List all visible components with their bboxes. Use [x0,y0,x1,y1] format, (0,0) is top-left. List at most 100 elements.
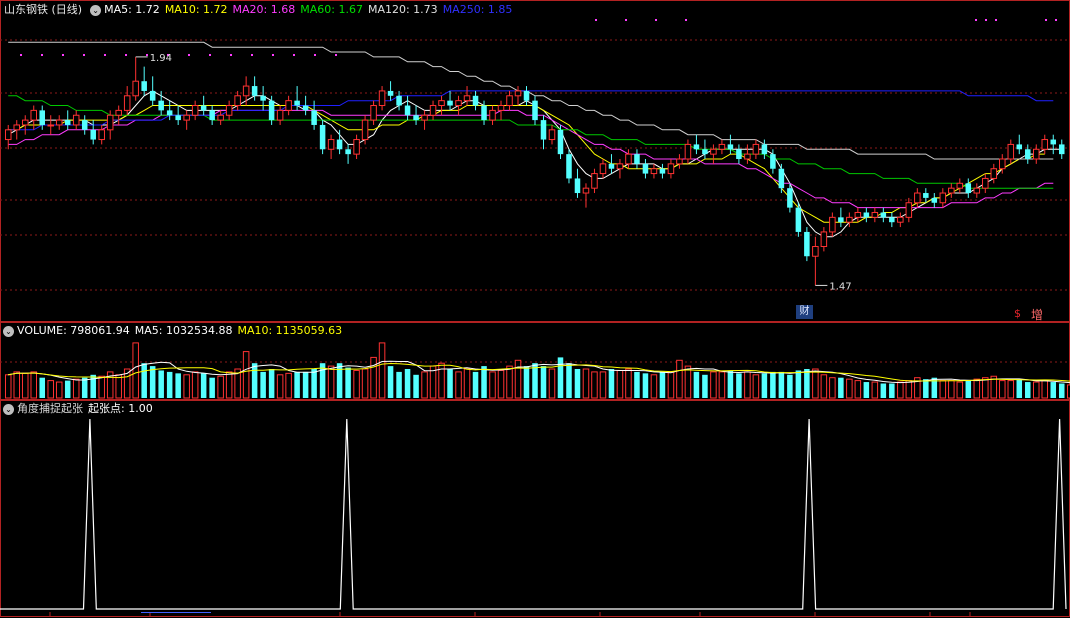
marker-dot [41,54,43,56]
volume-bar [21,372,29,399]
candle-body [514,90,522,97]
candle [693,134,700,155]
collapse-icon[interactable]: ⌄ [90,4,102,16]
candle [804,227,810,262]
candle-body [999,158,1006,170]
marker-dot [188,54,190,56]
candle-body [787,188,793,208]
candle [276,105,284,125]
volume-bar [115,374,122,399]
candle-body [599,163,607,175]
finance-tag[interactable]: 财 [796,305,813,319]
candle [990,163,998,184]
candle [532,95,538,125]
volume-bar [863,382,870,398]
volume-bar [956,381,964,399]
candle [905,197,913,223]
volume-bar [396,371,402,398]
candle [463,86,471,106]
candle [914,188,921,208]
marker-dot [335,54,337,56]
volume-bar [710,371,717,399]
candle-body [175,115,181,121]
candle [361,115,369,145]
volume-bar [752,374,760,399]
candle [421,110,428,130]
indicator-pane[interactable]: ⌄ 角度捕捉起张 起张点: 1.00 [0,400,1070,617]
candle-body [166,110,173,116]
candle [591,168,598,194]
candle [209,105,215,125]
candle-body [242,85,250,97]
candle-body [361,119,369,141]
candle-body [1050,139,1057,145]
candle [404,95,411,121]
marker-dot [995,19,997,21]
marker-dot [595,19,597,21]
volume-pane[interactable]: ⌄ VOLUME: 798061.94 MA5: 1032534.88 MA10: 1… [0,322,1070,400]
candle-body [897,216,904,223]
candle [956,178,964,194]
candle-body [149,90,156,101]
collapse-icon[interactable]: ⌄ [3,325,14,337]
candle [497,100,505,121]
volume-bar [889,383,895,398]
volume-bar [72,378,80,399]
candle-body [72,114,80,126]
candle [939,188,947,208]
candle-body [183,114,190,121]
candle [106,110,114,140]
candlestick-chart[interactable]: 1.94 1.47 [0,0,1070,322]
candle-body [939,192,947,204]
marker-dot [625,19,627,21]
volume-bar [302,371,309,398]
candle-body [591,173,598,189]
candle-body [378,90,386,107]
indicator-chart[interactable] [0,400,1070,617]
volume-bar [387,366,394,398]
candle-body [260,95,266,101]
volume-bar [897,381,904,399]
candle-body [438,100,445,107]
candle [123,86,131,116]
volume-bar [514,359,522,399]
candle-body [829,216,836,233]
candle-body [421,114,428,121]
volume-bar [642,373,649,398]
volume-bar [217,375,224,399]
candle-body [1058,144,1065,155]
candle-body [889,217,895,223]
volume-bar [557,357,564,398]
volume-bar [47,380,54,399]
candle [345,144,351,164]
candle-body [115,109,122,116]
increase-tag[interactable]: 增 [1031,306,1043,323]
volume-bar [548,368,556,399]
volume-bar [141,363,147,398]
volume-bar [540,366,547,398]
volume-bar [591,371,598,399]
candle-body [489,109,496,121]
candle-body [285,100,292,111]
collapse-icon[interactable]: ⌄ [3,403,14,415]
pane-border [0,0,1070,322]
candle-body [548,129,556,141]
price-pane[interactable]: 山东钢铁 (日线) ⌄ MA5: 1.72 MA10: 1.72 MA20: 1.68 M… [0,0,1070,322]
candle-body [718,143,726,150]
volume-bar [260,371,266,398]
volume-bar [676,359,683,399]
candle [1041,134,1049,155]
ma-legend-item: MA60: 1.67 [300,3,363,16]
candle [378,86,386,111]
signal-line [0,418,1067,610]
candle [1007,139,1015,164]
dollar-tag[interactable]: $ [1014,307,1021,320]
candle [923,188,929,203]
candle-body [319,124,326,150]
volume-bar [854,380,862,399]
volume-bar [13,371,21,399]
candle-body [1033,148,1040,160]
candle [599,159,607,179]
volume-bar [599,371,607,399]
candle-body [710,148,717,155]
